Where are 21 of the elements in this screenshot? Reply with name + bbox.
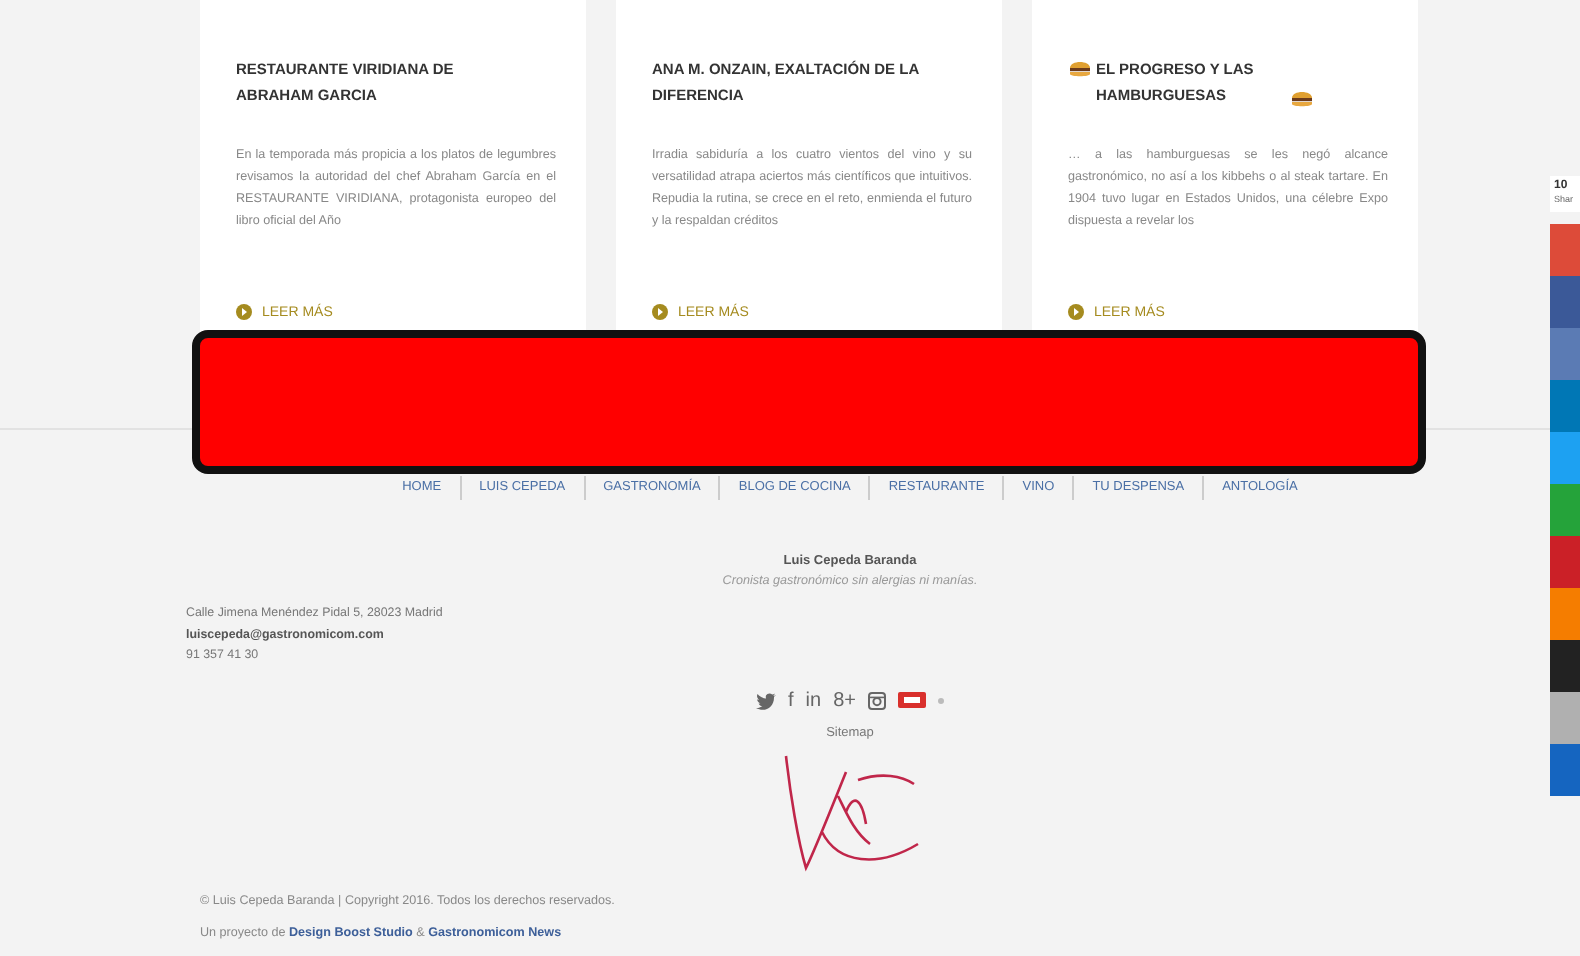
arrow-circle-icon xyxy=(1068,304,1084,320)
twitter-icon[interactable] xyxy=(756,691,776,709)
share-button[interactable] xyxy=(1550,432,1580,484)
share-button[interactable] xyxy=(1550,328,1580,380)
share-button[interactable] xyxy=(1550,692,1580,744)
share-button[interactable] xyxy=(1550,640,1580,692)
share-button[interactable] xyxy=(1550,744,1580,796)
share-button[interactable] xyxy=(1550,276,1580,328)
social-link[interactable]: in xyxy=(805,689,822,711)
share-button[interactable] xyxy=(1550,588,1580,640)
social-link[interactable]: f xyxy=(788,689,794,711)
camera-icon[interactable] xyxy=(867,691,886,709)
dot-icon[interactable] xyxy=(937,697,944,703)
social-link[interactable]: 8+ xyxy=(833,689,856,711)
share-button[interactable] xyxy=(1550,484,1580,536)
chat-badge-icon[interactable] xyxy=(897,691,926,709)
arrow-circle-icon xyxy=(652,304,668,320)
share-button[interactable] xyxy=(1550,224,1580,276)
arrow-circle-icon xyxy=(236,304,252,320)
share-button[interactable] xyxy=(1550,536,1580,588)
share-button[interactable] xyxy=(1550,380,1580,432)
